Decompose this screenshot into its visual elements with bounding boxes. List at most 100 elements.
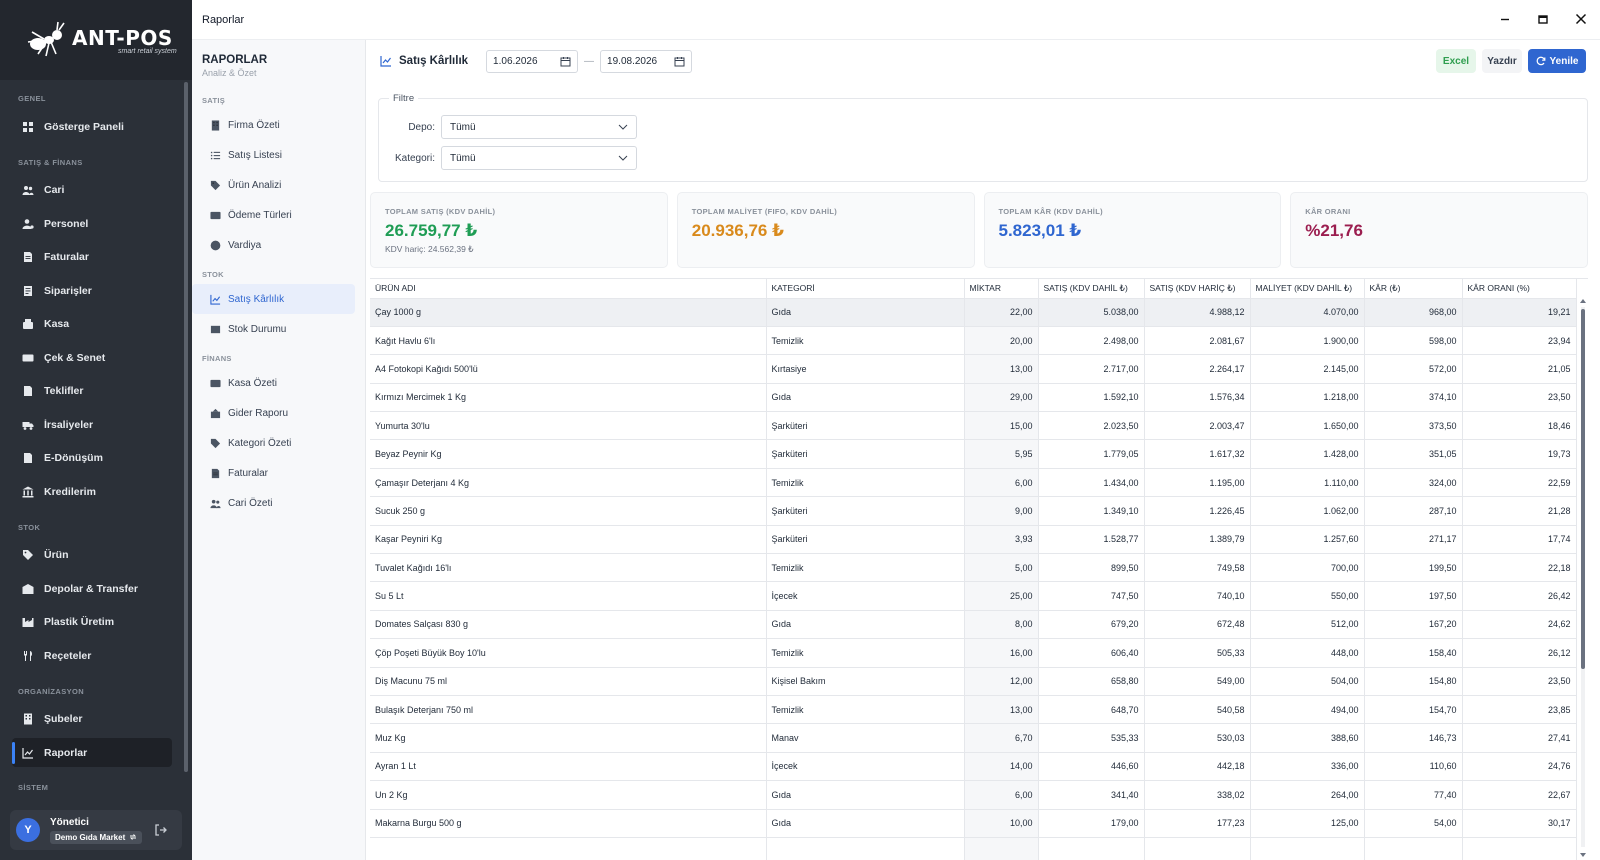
sidebar-item-building-0[interactable]: Şubeler [0,703,192,737]
subnav-item[interactable]: Cari Özeti [192,488,365,518]
table-cell [964,837,1039,860]
sidebar-item-bank-9[interactable]: Kredilerim [0,475,192,509]
column-header[interactable]: SATIŞ (KDV DAHİL ₺) [1038,279,1145,299]
subnav-item[interactable]: Ödeme Türleri [192,200,365,230]
minimize-button[interactable] [1498,10,1512,28]
sidebar-item-user-gear-1[interactable]: Personel [0,207,192,241]
sidebar-item-e-document-8[interactable]: E-Dönüşüm [0,442,192,476]
table-cell: Ayran 1 Lt [370,752,767,782]
table-row[interactable]: Beyaz Peynir Kg Şarküteri 5,95 1.779,05 1.61… [370,439,1577,469]
table-row[interactable]: Kaşar Peyniri Kg Şarküteri 3,93 1.528,77 1.3… [370,525,1577,555]
table-cell: 341,40 [1038,780,1145,810]
excel-button[interactable]: Excel [1436,49,1476,73]
table-cell: 21,05 [1462,354,1577,384]
table-cell: 29,00 [964,383,1039,413]
depo-select[interactable]: Tümü [441,115,637,139]
sidebar-item-users-0[interactable]: Cari [0,174,192,208]
subnav-item[interactable]: Ürün Analizi [192,170,365,200]
table-cell: 23,94 [1462,326,1577,356]
summary-card: KÂR ORANI %21,76 [1290,192,1588,268]
refresh-button[interactable]: Yenile [1528,49,1586,73]
sidebar-item-cheque-5[interactable]: Çek & Senet [0,341,192,375]
sidebar-item-truck-7[interactable]: İrsaliyeler [0,408,192,442]
column-header[interactable]: MALİYET (KDV DAHİL ₺) [1250,279,1365,299]
table-row[interactable]: Su 5 Lt İçecek 25,00 747,50 740,10 550,00 197,… [370,581,1577,611]
scrollbar-thumb[interactable] [1581,309,1585,669]
date-from-field[interactable]: 1.06.2026 [486,49,579,73]
sidebar-item-offer-6[interactable]: Teklifler [0,375,192,409]
calendar-icon[interactable] [674,56,685,67]
users-icon [210,499,221,508]
table-cell: 199,50 [1364,553,1463,583]
table-header: ÜRÜN ADI KATEGORİ MİKTAR SATIŞ (KDV DAHİL ₺… [370,279,1577,299]
sidebar-item-label: Teklifler [44,385,84,398]
column-header[interactable]: KATEGORİ [766,279,965,299]
subnav-item[interactable]: Satış Listesi [192,140,365,170]
user-name: Yönetici [50,816,89,828]
user-panel[interactable]: Y Yönetici Demo Gıda Market [10,810,182,850]
table-row[interactable]: Sucuk 250 g Şarküteri 9,00 1.349,10 1.226,45… [370,496,1577,526]
sidebar-item-chart-line-1[interactable]: Raporlar [12,738,172,767]
subnav-item[interactable]: Satış Kârlılık [192,284,355,314]
close-button[interactable] [1574,10,1588,28]
scroll-down-icon[interactable] [1580,853,1586,857]
table-cell: 549,00 [1144,667,1251,696]
table-row[interactable]: Domates Salçası 830 g Gıda 8,00 679,20 672,4… [370,610,1577,640]
subnav-item[interactable]: Faturalar [192,458,365,488]
sidebar-item-grid-0[interactable]: Gösterge Paneli [0,110,192,144]
report-title: Satış Kârlılık [380,55,468,67]
kategori-select[interactable]: Tümü [441,146,637,170]
wallet-icon [210,379,221,387]
table-row[interactable]: Çöp Poşeti Büyük Boy 10'lu Temizlik 16,00 6… [370,638,1577,668]
subnav-item[interactable]: Gider Raporu [192,398,365,428]
table-row[interactable] [370,837,1577,860]
subnav-item[interactable]: Kategori Özeti [192,428,365,458]
column-header[interactable]: ÜRÜN ADI [370,279,767,299]
table-row[interactable]: Çay 1000 g Gıda 22,00 5.038,00 4.988,12 4.070… [370,298,1577,327]
scroll-up-icon[interactable] [1580,299,1586,303]
table-row[interactable]: Ayran 1 Lt İçecek 14,00 446,60 442,18 336,00 1… [370,752,1577,782]
table-row[interactable]: Un 2 Kg Gıda 6,00 341,40 338,02 264,00 77,40 22… [370,780,1577,810]
subnav-item[interactable]: Firma Özeti [192,110,365,140]
sidebar-item-factory-2[interactable]: Plastik Üretim [0,606,192,640]
subnav-item[interactable]: Vardiya [192,230,365,260]
sidebar-item-tag-0[interactable]: Ürün [0,539,192,573]
table-row[interactable]: Diş Macunu 75 ml Kişisel Bakım 12,00 658,80… [370,667,1577,696]
table-row[interactable]: Kağıt Havlu 6'lı Temizlik 20,00 2.498,00 2.0… [370,326,1577,356]
subnav-item[interactable]: Kasa Özeti [192,368,365,398]
column-header[interactable]: KÂR (₺) [1364,279,1463,299]
sidebar-item-order-3[interactable]: Siparişler [0,274,192,308]
sidebar-scrollbar[interactable] [184,82,188,772]
table-cell: 1.779,05 [1038,439,1145,469]
table-cell: 6,00 [964,468,1039,498]
column-header[interactable]: MİKTAR [964,279,1039,299]
table-row[interactable]: Çamaşır Deterjanı 4 Kg Temizlik 6,00 1.434,… [370,468,1577,498]
subnav-item-label: Gider Raporu [228,407,289,419]
print-button[interactable]: Yazdır [1482,49,1522,73]
table-row[interactable]: Tuvalet Kağıdı 16'lı Temizlik 5,00 899,50 74… [370,553,1577,583]
sidebar-scrollbar-thumb[interactable] [184,82,188,772]
column-header[interactable]: SATIŞ (KDV HARİÇ ₺) [1144,279,1251,299]
table-cell: İçecek [766,581,965,611]
sidebar-item-warehouse-1[interactable]: Depolar & Transfer [0,572,192,606]
table-cell: 679,20 [1038,610,1145,640]
sidebar-item-label: Çek & Senet [44,351,106,364]
summary-card: TOPLAM KÂR (KDV DAHİL) 5.823,01 ₺ [983,192,1282,268]
sidebar-item-cashbox-4[interactable]: Kasa [0,308,192,342]
sidebar-item-utensils-3[interactable]: Reçeteler [0,639,192,673]
column-header[interactable]: KÂR ORANI (%) [1462,279,1577,299]
table-row[interactable]: Makarna Burgu 500 g Gıda 10,00 179,00 177,23… [370,809,1577,838]
logout-icon[interactable] [154,823,168,837]
maximize-button[interactable] [1536,10,1550,28]
table-row[interactable]: Yumurta 30'lu Şarküteri 15,00 2.023,50 2.003… [370,411,1577,441]
table-row[interactable]: Muz Kg Manav 6,70 535,33 530,03 388,60 146,73 2… [370,723,1577,753]
calendar-icon[interactable] [560,56,571,67]
table-row[interactable]: Bulaşık Deterjanı 750 ml Temizlik 13,00 648… [370,695,1577,725]
date-to-field[interactable]: 19.08.2026 [600,49,693,73]
store-switcher[interactable]: Demo Gıda Market [50,830,143,844]
table-row[interactable]: Kırmızı Mercimek 1 Kg Gıda 29,00 1.592,10 1.… [370,383,1577,413]
sidebar-item-invoice-2[interactable]: Faturalar [0,241,192,275]
table-scrollbar[interactable] [1580,299,1586,857]
table-row[interactable]: A4 Fotokopi Kağıdı 500'lü Kırtasiye 13,00 2… [370,354,1577,384]
subnav-item[interactable]: Stok Durumu [192,314,365,344]
